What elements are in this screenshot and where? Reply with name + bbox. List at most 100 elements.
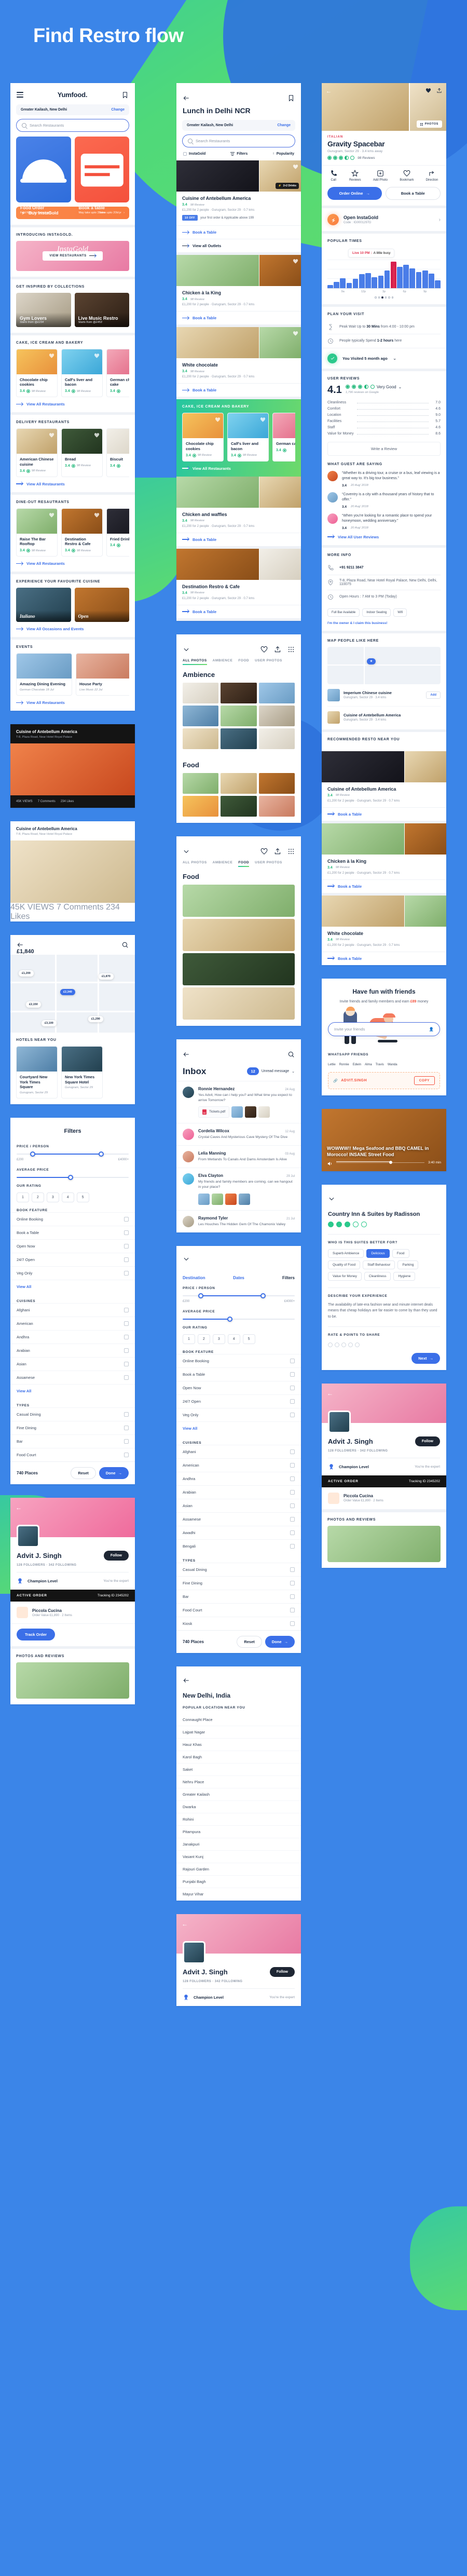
order-online-button[interactable]: Order Online →: [327, 187, 382, 200]
view-all-link[interactable]: View All: [176, 1421, 301, 1435]
book-table-button[interactable]: Book a Table: [385, 187, 441, 200]
chevron-down-icon[interactable]: [183, 646, 190, 653]
rating-dot-icon[interactable]: [361, 1222, 367, 1228]
heart-icon[interactable]: [49, 352, 54, 358]
view-all-restaurants-link[interactable]: View All Restaurants: [16, 561, 129, 566]
gallery-photo[interactable]: [183, 795, 219, 817]
gallery-photo[interactable]: [258, 728, 295, 749]
tab-ambience[interactable]: AMBIENCE: [213, 659, 233, 665]
checkbox-icon[interactable]: [290, 1516, 295, 1522]
filter-row[interactable]: Online Booking: [176, 1353, 301, 1367]
claim-business-link[interactable]: I'm the owner & I claim this business!: [327, 621, 441, 625]
city-row[interactable]: Karol Bagh: [176, 1751, 301, 1764]
restaurant-card[interactable]: German cake 3.4: [272, 413, 295, 462]
filter-row[interactable]: Veg Only: [10, 1266, 135, 1280]
rating-dot-icon[interactable]: [335, 1342, 339, 1347]
book-table-link[interactable]: Book a Table: [176, 383, 301, 397]
rating-chip[interactable]: 4: [227, 1334, 240, 1344]
checkbox-icon[interactable]: [290, 1607, 295, 1612]
restaurant-card[interactable]: American Chinese cuisine 3.4 98 Review: [16, 428, 58, 477]
checkbox-icon[interactable]: [124, 1230, 129, 1236]
rating-dot-icon[interactable]: [336, 1222, 342, 1228]
chevron-down-icon[interactable]: [328, 1195, 335, 1202]
rating-chip[interactable]: 1: [17, 1192, 29, 1203]
rating-dot-icon[interactable]: [348, 1342, 353, 1347]
action-reviews[interactable]: Reviews: [349, 170, 361, 182]
sort-button[interactable]: ↑ Popularity: [272, 152, 294, 156]
view-all-events-link[interactable]: View All Occasions and Events: [16, 627, 129, 631]
delivery-carousel[interactable]: American Chinese cuisine 3.4 98 Review Br…: [16, 428, 129, 477]
checkbox-icon[interactable]: [290, 1594, 295, 1599]
message-list-item[interactable]: Ronnie Hernandez 24 Aug Yes Advit, How ca…: [176, 1080, 301, 1123]
attachment-thumb[interactable]: [239, 1193, 250, 1205]
checkbox-icon[interactable]: [290, 1567, 295, 1572]
track-order-button[interactable]: Track Order: [17, 1629, 55, 1641]
search-input[interactable]: Search Restaurants: [182, 134, 295, 147]
collection-card[interactable]: Live Music Restro Starts from @£453: [74, 292, 129, 327]
friend-item[interactable]: Edwin: [353, 1061, 361, 1066]
friend-item[interactable]: Wanda: [388, 1061, 397, 1066]
checkbox-icon[interactable]: [290, 1449, 295, 1454]
mini-map[interactable]: ★: [327, 646, 441, 684]
checkbox-icon[interactable]: [290, 1412, 295, 1417]
search-input[interactable]: Search Restaurants: [16, 119, 129, 132]
checkbox-icon[interactable]: [183, 152, 187, 156]
gallery-photo[interactable]: [183, 772, 219, 794]
filter-row[interactable]: 24/7 Open: [10, 1253, 135, 1266]
gallery-photo[interactable]: [221, 772, 257, 794]
profile-photo[interactable]: [327, 1525, 441, 1562]
restaurant-card[interactable]: Calf's liver and bacon 3.4 98 Review: [61, 348, 103, 398]
attachment-pdf[interactable]: Tickets.pdf: [198, 1106, 230, 1118]
city-row[interactable]: Rajouri Garden: [176, 1863, 301, 1876]
friend-item[interactable]: Ronnie: [339, 1061, 349, 1066]
rating-dot-icon[interactable]: [341, 1342, 346, 1347]
heart-icon[interactable]: [260, 646, 268, 653]
chevron-down-icon[interactable]: ⌄: [399, 385, 402, 389]
attachment-thumb[interactable]: [198, 1193, 210, 1205]
heart-icon[interactable]: [260, 848, 268, 855]
gallery-photo[interactable]: [221, 705, 257, 726]
checkbox-icon[interactable]: [290, 1476, 295, 1481]
gallery-photo-large[interactable]: [183, 884, 295, 917]
speaker-icon[interactable]: [327, 1160, 333, 1166]
video-thumbnail[interactable]: [10, 840, 135, 903]
gallery-photo[interactable]: [258, 795, 295, 817]
action-direction[interactable]: Direction: [426, 170, 438, 182]
chip-selected[interactable]: Delicious: [366, 1249, 390, 1258]
video-controls[interactable]: 3:40 min: [327, 1160, 441, 1166]
chip[interactable]: Quality of Food: [328, 1260, 361, 1270]
cuisine-card[interactable]: Italiano: [16, 588, 71, 622]
book-table-link[interactable]: Book a Table: [176, 532, 301, 546]
heart-icon[interactable]: [293, 330, 298, 336]
chip[interactable]: Staff Behaviour: [363, 1260, 395, 1270]
back-icon[interactable]: ←: [326, 88, 332, 94]
filter-row[interactable]: American: [10, 1317, 135, 1330]
avg-price-slider[interactable]: [17, 1175, 129, 1181]
checkbox-icon[interactable]: [290, 1385, 295, 1390]
rating-dot-icon[interactable]: [353, 1222, 359, 1228]
price-slider[interactable]: [183, 1293, 295, 1298]
restaurant-list-item[interactable]: White chocolate 3.4 98 Review £1,200 for…: [322, 895, 446, 965]
visited-row[interactable]: You Visited 5 month ago ⌄: [322, 347, 446, 369]
restaurant-list-item[interactable]: ⚡ 2+2 Drinks Cuisine of Antebellum Americ…: [176, 160, 301, 255]
restaurant-card[interactable]: German chocolate cake 3.4: [106, 348, 129, 398]
chart-carousel-dots[interactable]: [327, 296, 441, 299]
chip[interactable]: Superb Ambience: [328, 1249, 364, 1258]
action-bookmark[interactable]: Bookmark: [400, 170, 414, 182]
done-button[interactable]: Done →: [99, 1467, 129, 1480]
filter-row[interactable]: Fine Dining: [176, 1576, 301, 1590]
search-icon[interactable]: [121, 941, 129, 948]
filter-row[interactable]: Open Now: [10, 1239, 135, 1253]
write-review-button[interactable]: Write a Review: [327, 441, 441, 456]
checkbox-icon[interactable]: [124, 1257, 129, 1263]
hotel-card[interactable]: New York Times Square Hotel Gurugram, Se…: [61, 1046, 103, 1099]
friends-row[interactable]: Lettie Ronnie Edwin Alma Travis Wanda: [328, 1061, 440, 1066]
filter-row[interactable]: Casual Dining: [176, 1562, 301, 1576]
book-table-link[interactable]: Book a Table: [176, 311, 301, 324]
checkbox-icon[interactable]: [290, 1580, 295, 1585]
city-row[interactable]: Dwarka: [176, 1801, 301, 1813]
gallery-photo[interactable]: [221, 795, 257, 817]
restaurant-card[interactable]: Bread 3.4 98 Review: [61, 428, 103, 477]
gallery-photo[interactable]: [258, 682, 295, 703]
attachment-thumb[interactable]: [225, 1193, 237, 1205]
